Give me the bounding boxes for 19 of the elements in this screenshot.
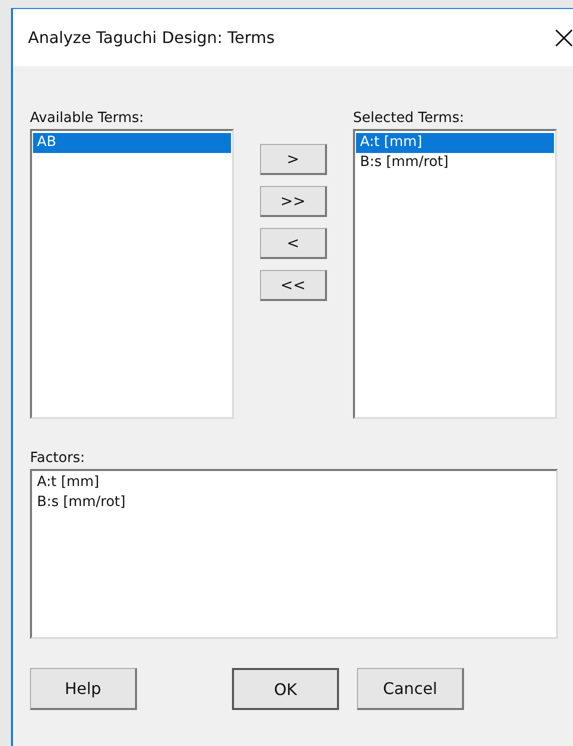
selected-terms-list[interactable]: A:t [mm] B:s [mm/rot]: [353, 129, 557, 419]
list-label: Selected Terms:: [353, 109, 466, 128]
list-item[interactable]: B:s [mm/rot]: [33, 493, 555, 513]
available-terms-list[interactable]: AB: [30, 129, 234, 419]
list-item[interactable]: B:s [mm/rot]: [356, 153, 554, 173]
cancel-button[interactable]: Cancel: [357, 668, 464, 710]
move-button[interactable]: <<: [260, 270, 327, 301]
window-title: Analyze Taguchi Design: Terms: [28, 28, 276, 47]
list-label: Available Terms:: [30, 109, 145, 128]
list-label: Factors:: [30, 449, 86, 468]
list-item[interactable]: A:t [mm]: [356, 133, 554, 153]
ok-button[interactable]: OK: [232, 668, 340, 710]
move-button[interactable]: >: [260, 144, 327, 175]
list-item[interactable]: AB: [33, 133, 231, 153]
help-button[interactable]: Help: [30, 668, 137, 710]
move-button[interactable]: >>: [260, 186, 327, 217]
factors-list[interactable]: A:t [mm] B:s [mm/rot]: [30, 469, 558, 639]
move-button[interactable]: <: [260, 228, 327, 259]
list-item[interactable]: A:t [mm]: [33, 473, 555, 493]
